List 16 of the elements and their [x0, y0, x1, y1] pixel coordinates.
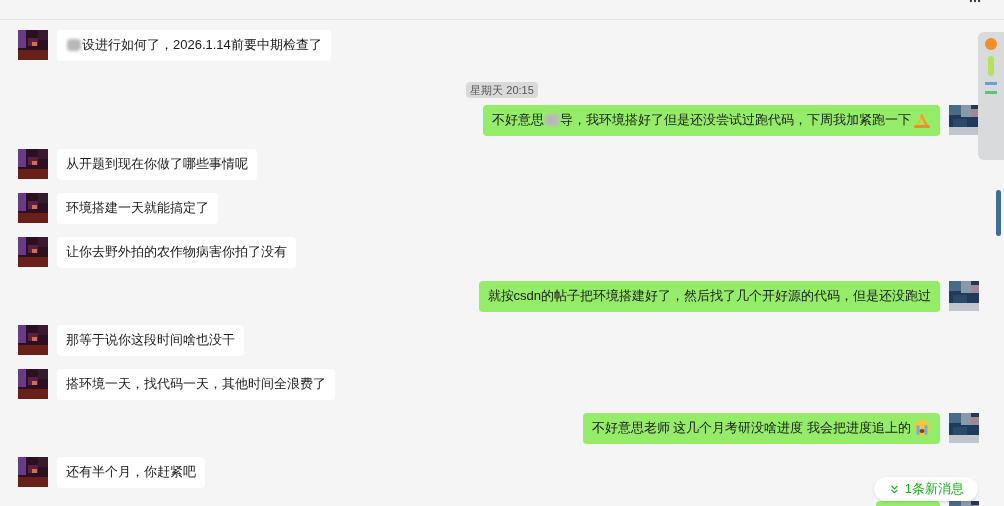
message-bubble: 让你去野外拍的农作物病害你拍了没有: [57, 236, 296, 268]
crying-face-icon: [913, 419, 931, 437]
message-bubble: 那等于说你这段时间啥也没干: [57, 324, 244, 356]
message-bubble: 不好意思 导，我环境搭好了但是还没尝试过跑代码，下周我加紧跑一下: [483, 104, 940, 136]
new-message-button[interactable]: 1条新消息: [873, 477, 978, 501]
message-bubble: 不好意思老师 这几个月考研没啥进度 我会把进度追上的: [582, 412, 940, 444]
message-bubble: 就按csdn的帖子把环境搭建好了，然后找了几个开好源的代码，但是还没跑过: [478, 280, 940, 312]
message-bubble: 从开题到现在你做了哪些事情呢: [57, 148, 257, 180]
message-bubble: 还有半个月，你赶紧吧: [57, 456, 205, 488]
scrollbar[interactable]: [996, 190, 1001, 236]
timestamp: 星期天 20:15: [466, 82, 538, 98]
message-bubble: 设进行如何了，2026.1.14前要中期检查了: [57, 29, 331, 61]
redaction-mark: [67, 39, 81, 51]
redaction-mark: [545, 114, 559, 126]
message-bubble: 搭环境一天，找代码一天，其他时间全浪费了: [57, 368, 335, 400]
message-bubble: 环境搭建一天就能搞定了: [57, 192, 218, 224]
